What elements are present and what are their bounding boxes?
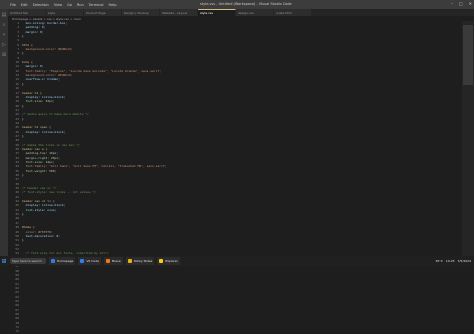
taskbar-app[interactable]: Sticky Notes (126, 257, 155, 265)
tab-label: Product Page (86, 11, 106, 15)
taskbar-apps: Homepage VS Code Brave Sticky Notes Explorer (46, 257, 180, 265)
editor-tabs: Untitled Tab style Product Page Design |… (8, 9, 474, 16)
tab[interactable]: design.css (236, 9, 274, 16)
window-title: style.css - Untitled (Workspace) - Visua… (200, 2, 292, 6)
windows-start-icon[interactable]: ⊞ (0, 256, 8, 266)
menu-bar: File Edit Selection View Go Run Terminal… (10, 0, 116, 9)
close-icon[interactable]: ✕ (469, 1, 472, 6)
source-control-icon[interactable]: ⑂ (0, 31, 8, 39)
line-number: 72 (8, 329, 22, 333)
tab-label: style.css (200, 11, 213, 15)
taskbar: ⊞ Type here to search Homepage VS Code Bra… (0, 256, 474, 266)
app-icon (159, 259, 163, 263)
tab[interactable]: Product Page (84, 9, 122, 16)
menu-edit[interactable]: Edit (21, 3, 28, 7)
taskbar-app-label: Brave (112, 259, 121, 263)
app-icon (106, 259, 110, 263)
tab-label: Untitled Tab (10, 11, 28, 15)
line-number-gutter: 1234567891011121314151617181920212223242… (8, 21, 22, 256)
taskbar-app-label: Explorer (165, 259, 178, 263)
tab-label: index.html (276, 11, 292, 15)
app-icon (80, 259, 84, 263)
tab[interactable]: Untitled Tab (8, 9, 46, 16)
taskbar-app[interactable]: VS Code (78, 257, 101, 265)
taskbar-search-placeholder: Type here to search (12, 259, 42, 263)
taskbar-app-label: VS Code (86, 259, 99, 263)
app-icon (51, 259, 55, 263)
taskbar-search[interactable]: Type here to search (10, 258, 46, 264)
tab-label: Website - Layout (162, 11, 187, 15)
minimize-icon[interactable]: – (451, 1, 453, 6)
menu-terminal[interactable]: Terminal (89, 3, 104, 7)
menu-run[interactable]: Run (77, 3, 84, 7)
minimap-slider[interactable] (463, 25, 473, 85)
clock-date: 7/5/2024 (458, 259, 471, 263)
title-bar: File Edit Selection View Go Run Terminal… (0, 0, 474, 9)
app-icon (128, 259, 132, 263)
menu-file[interactable]: File (10, 3, 16, 7)
tab[interactable]: Website - Layout (160, 9, 198, 16)
explorer-icon[interactable]: ▤ (0, 11, 8, 19)
minimap[interactable] (462, 21, 474, 256)
tab-active[interactable]: style.css (198, 9, 236, 16)
menu-go[interactable]: Go (67, 3, 72, 7)
menu-help[interactable]: Help (108, 3, 116, 7)
breadcrumb-text: Homepage > assets > css > style.css > .h… (12, 17, 81, 21)
taskbar-app[interactable]: Homepage (49, 257, 75, 265)
code-editor[interactable]: box-sizing: border-box; padding: 0; marg… (22, 21, 462, 256)
system-tray: 30°C 10:25 7/5/2024 (435, 256, 471, 266)
maximize-icon[interactable]: □ (459, 1, 463, 6)
tab[interactable]: index.html (274, 9, 312, 16)
menu-view[interactable]: View (54, 3, 62, 7)
run-debug-icon[interactable]: ▷ (0, 41, 8, 49)
taskbar-app-label: Sticky Notes (134, 259, 153, 263)
tab-label: Design | Mockup (124, 11, 149, 15)
taskbar-app[interactable]: Explorer (157, 257, 180, 265)
window-controls: – □ ✕ (451, 1, 472, 6)
taskbar-app[interactable]: Brave (104, 257, 123, 265)
weather-text: 30°C (435, 259, 442, 263)
taskbar-app-label: Homepage (57, 259, 73, 263)
clock-time: 10:25 (446, 259, 455, 263)
tab[interactable]: style (46, 9, 84, 16)
activity-bar: ▤ ⌕ ⑂ ▷ ⊞ (0, 9, 8, 256)
tab-label: design.css (238, 11, 254, 15)
tab-label: style (48, 11, 55, 15)
extensions-icon[interactable]: ⊞ (0, 51, 8, 59)
menu-selection[interactable]: Selection (33, 3, 49, 7)
tab[interactable]: Design | Mockup (122, 9, 160, 16)
search-icon[interactable]: ⌕ (0, 21, 8, 29)
